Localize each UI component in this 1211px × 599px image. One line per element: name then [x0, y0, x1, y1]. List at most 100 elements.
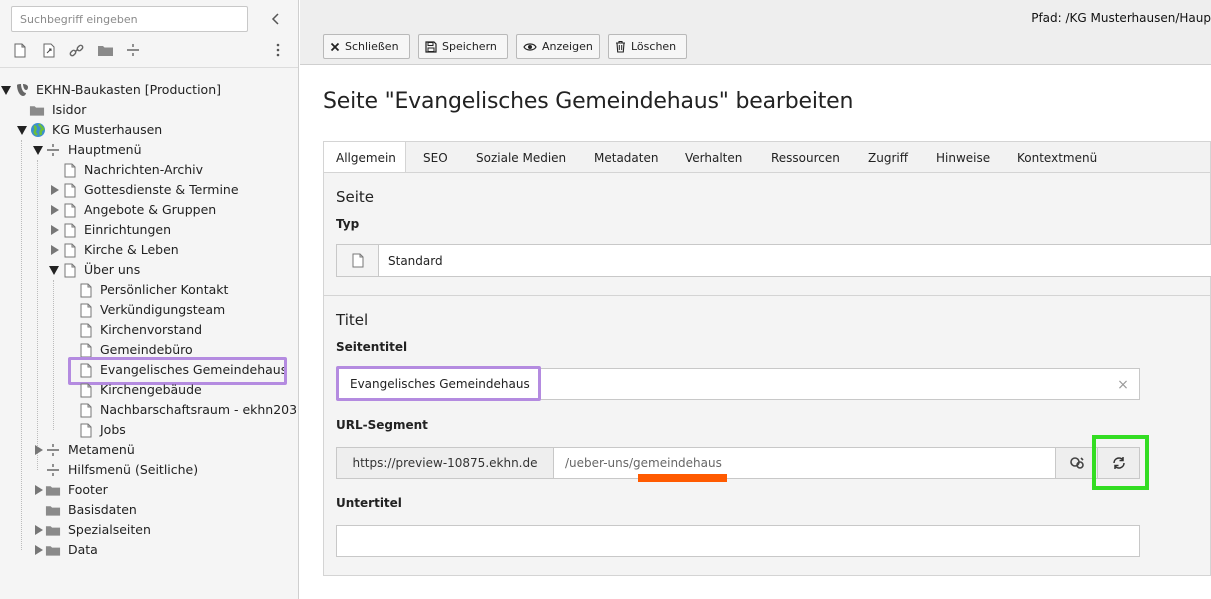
collapsed-toggle-icon[interactable]	[34, 524, 44, 536]
tree-node-label: Nachbarschaftsraum - ekhn2030	[100, 402, 299, 417]
tab-metadaten[interactable]: Metadaten	[594, 142, 658, 173]
tree-node[interactable]: Gottesdienste & Termine	[0, 180, 298, 200]
tab-seo[interactable]: SEO	[423, 142, 448, 173]
tree-node-label: Kirchenvorstand	[100, 322, 203, 337]
subtitle-input[interactable]	[336, 525, 1140, 557]
tree-divider	[0, 67, 298, 68]
tree-node-label: Gemeindebüro	[100, 342, 193, 357]
url-segment-group: https://preview-10875.ekhn.de /ueber-uns…	[336, 447, 1140, 479]
page-icon	[62, 261, 78, 279]
tab-hinweise[interactable]: Hinweise	[936, 142, 990, 173]
collapsed-toggle-icon[interactable]	[34, 484, 44, 496]
refresh-button-highlight	[1092, 435, 1149, 490]
tree-node[interactable]: Spezialseiten	[0, 520, 298, 540]
tree-node-root[interactable]: EKHN-Baukasten [Production]	[0, 80, 298, 100]
tree-node[interactable]: Jobs	[0, 420, 298, 440]
delete-button[interactable]: Löschen	[608, 34, 687, 59]
view-button[interactable]: Anzeigen	[516, 34, 600, 59]
page-icon	[62, 161, 78, 179]
expanded-toggle-icon[interactable]	[49, 264, 59, 276]
tree-node-label: Hilfsmenü (Seitliche)	[68, 462, 199, 477]
tree-node[interactable]: Nachbarschaftsraum - ekhn2030	[0, 400, 299, 420]
collapsed-toggle-icon[interactable]	[34, 544, 44, 556]
expanded-toggle-icon[interactable]	[17, 124, 27, 136]
tree-node-label: Spezialseiten	[68, 522, 151, 537]
tree-node[interactable]: KG Musterhausen	[0, 120, 298, 140]
tree-node[interactable]: Data	[0, 540, 298, 560]
tab-label: Zugriff	[868, 150, 908, 165]
collapsed-toggle-icon[interactable]	[34, 444, 44, 456]
tab-label: Metadaten	[594, 150, 659, 165]
collapsed-toggle-icon[interactable]	[50, 204, 60, 216]
tree-node[interactable]: Kirche & Leben	[0, 240, 298, 260]
tree-node[interactable]: Kirchengebäude	[0, 380, 298, 400]
tree-node-label: Über uns	[84, 262, 141, 277]
new-separator-icon[interactable]	[123, 40, 143, 60]
tree-node[interactable]: Hilfsmenü (Seitliche)	[0, 460, 298, 480]
collapsed-toggle-icon[interactable]	[50, 224, 60, 236]
tab-zugriff[interactable]: Zugriff	[868, 142, 908, 173]
menu-separator-icon	[45, 141, 61, 159]
breadcrumb-path: Pfad: /KG Musterhausen/Haup	[1031, 11, 1211, 25]
page-title: Seite "Evangelisches Gemeindehaus" bearb…	[323, 89, 854, 114]
tree-node[interactable]: Über uns	[0, 260, 298, 280]
tab-verhalten[interactable]: Verhalten	[685, 142, 742, 173]
page-icon	[78, 321, 94, 339]
close-button-label: Schließen	[345, 40, 399, 53]
tree-node[interactable]: Basisdaten	[0, 500, 298, 520]
tab-kontextmenue[interactable]: Kontextmenü	[1017, 142, 1097, 173]
save-button[interactable]: Speichern	[418, 34, 508, 59]
tree-node[interactable]: Verkündigungsteam	[0, 300, 298, 320]
tree-node[interactable]: Metamenü	[0, 440, 298, 460]
tree-node[interactable]: Isidor	[0, 100, 298, 120]
section-title-seite: Seite	[336, 188, 375, 206]
url-segment-input[interactable]: /ueber-uns/gemeindehaus	[554, 448, 1055, 478]
module-docheader: Pfad: /KG Musterhausen/Haup Schließen Sp…	[300, 0, 1211, 65]
type-select[interactable]: Standard	[336, 244, 1211, 277]
tree-node[interactable]: Nachrichten-Archiv	[0, 160, 298, 180]
tree-node-label: Persönlicher Kontakt	[100, 282, 229, 297]
url-segment-underline	[638, 474, 727, 482]
new-shortcut-icon[interactable]	[39, 40, 59, 60]
collapsed-toggle-icon[interactable]	[50, 244, 60, 256]
clear-icon[interactable]: ×	[1116, 378, 1130, 392]
type-select-value: Standard	[388, 253, 443, 268]
close-button[interactable]: Schließen	[323, 34, 410, 59]
new-page-icon[interactable]	[10, 40, 30, 60]
tab-label: Kontextmenü	[1017, 150, 1098, 165]
tree-node[interactable]: Angebote & Gruppen	[0, 200, 298, 220]
page-icon	[78, 401, 94, 419]
collapse-panel-icon[interactable]	[266, 8, 286, 30]
delete-button-label: Löschen	[631, 40, 677, 53]
tree-search-input[interactable]	[11, 6, 248, 32]
tab-allgemein[interactable]: Allgemein	[324, 142, 406, 174]
page-tree-panel: EKHN-Baukasten [Production] Isidor KG Mu…	[0, 0, 299, 599]
tab-label: Allgemein	[336, 151, 396, 165]
tab-soziale-medien[interactable]: Soziale Medien	[476, 142, 566, 173]
new-link-icon[interactable]	[66, 40, 86, 60]
tab-label: Hinweise	[936, 150, 991, 165]
collapsed-toggle-icon[interactable]	[50, 184, 60, 196]
tree-node-label: Data	[68, 542, 98, 557]
tree-node[interactable]: Footer	[0, 480, 298, 500]
tree-node[interactable]: Hauptmenü	[0, 140, 298, 160]
tree-node[interactable]: Kirchenvorstand	[0, 320, 298, 340]
toggle-manual-edit-button[interactable]	[1055, 448, 1097, 478]
tab-label: SEO	[423, 150, 448, 165]
tab-ressourcen[interactable]: Ressourcen	[771, 142, 840, 173]
page-icon	[78, 301, 94, 319]
tree-node-label: Verkündigungsteam	[100, 302, 226, 317]
tree-node[interactable]: Persönlicher Kontakt	[0, 280, 298, 300]
tab-label: Soziale Medien	[476, 150, 567, 165]
tree-node[interactable]: Einrichtungen	[0, 220, 298, 240]
page-icon	[78, 381, 94, 399]
more-options-icon[interactable]	[268, 40, 288, 60]
new-folder-icon[interactable]	[95, 40, 115, 60]
view-button-label: Anzeigen	[542, 40, 593, 53]
expanded-toggle-icon[interactable]	[33, 144, 43, 156]
expanded-toggle-icon[interactable]	[1, 84, 11, 96]
page-icon	[62, 201, 78, 219]
field-label-seitentitel: Seitentitel	[336, 340, 408, 354]
eye-icon	[523, 42, 537, 51]
folder-icon	[29, 101, 45, 119]
